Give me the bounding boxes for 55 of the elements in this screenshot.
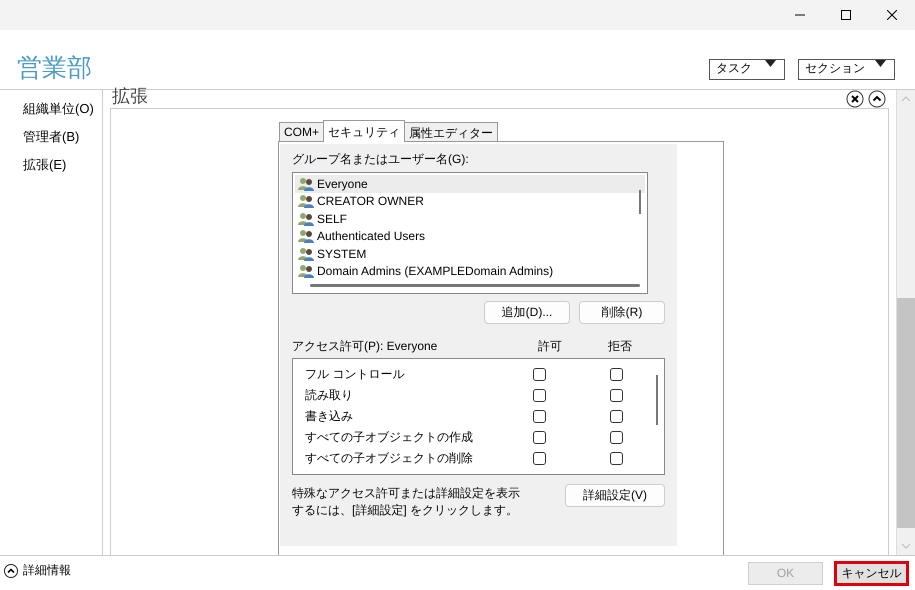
dialog-button[interactable]: キャンセル (834, 560, 909, 586)
permission-name: 読み取り (305, 387, 354, 404)
details-link[interactable]: 詳細情報 (23, 562, 71, 579)
tab[interactable]: 属性エディター (404, 122, 498, 141)
users-icon (298, 176, 314, 191)
list-item[interactable]: SYSTEM (295, 245, 645, 262)
collapse-icon[interactable] (868, 90, 886, 108)
checkbox[interactable] (610, 431, 623, 444)
caret-icon (875, 60, 886, 67)
help-text: 特殊なアクセス許可または詳細設定を表示するには、[詳細設定] をクリックします。 (292, 485, 521, 519)
users-icon (298, 229, 314, 244)
users-icon (298, 246, 314, 261)
list-item[interactable]: Authenticated Users (295, 228, 645, 245)
tab[interactable]: COM+ (279, 122, 324, 141)
checkbox[interactable] (533, 431, 546, 444)
caret-icon (765, 60, 776, 67)
dialog-button[interactable]: 追加(D)... (484, 301, 570, 324)
column-header: 許可 (537, 338, 563, 354)
permission-name: 書き込み (305, 408, 354, 425)
close-icon[interactable] (887, 10, 897, 20)
list-item[interactable]: CREATOR OWNER (295, 192, 645, 210)
list-item[interactable]: Domain Admins (EXAMPLEDomain Admins) (295, 262, 645, 280)
dropdown-menu[interactable]: セクション (798, 59, 895, 80)
dropdown-menu[interactable]: タスク (709, 59, 785, 80)
checkbox[interactable] (533, 368, 546, 381)
permission-name: すべての子オブジェクトの削除 (305, 450, 474, 467)
column-header: 拒否 (607, 338, 633, 354)
maximize-icon[interactable] (841, 10, 851, 20)
field-label: アクセス許可(P): Everyone (292, 338, 438, 354)
checkbox[interactable] (533, 389, 546, 402)
list-item[interactable]: Everyone (295, 175, 645, 192)
checkbox[interactable] (610, 452, 623, 465)
tab[interactable]: セキュリティ (323, 120, 406, 142)
scrollbar-thumb[interactable] (897, 298, 915, 528)
users-icon (298, 212, 314, 226)
expand-icon[interactable] (4, 564, 18, 578)
dialog-button[interactable]: 削除(R) (579, 301, 665, 324)
checkbox[interactable] (533, 452, 546, 465)
checkbox[interactable] (533, 410, 546, 423)
field-label: グループ名またはユーザー名(G): (292, 151, 470, 168)
sidebar-item[interactable]: 拡張(E) (0, 156, 102, 174)
users-icon (298, 264, 314, 278)
sidebar-item[interactable]: 組織単位(O) (0, 100, 102, 118)
close-icon[interactable] (846, 90, 864, 108)
permission-name: フル コントロール (305, 366, 406, 383)
users-icon (298, 194, 314, 208)
list-item[interactable]: SELF (295, 210, 645, 228)
advanced-button[interactable]: 詳細設定(V) (565, 484, 665, 507)
checkbox[interactable] (610, 368, 623, 381)
checkbox[interactable] (610, 410, 623, 423)
permission-name: すべての子オブジェクトの作成 (305, 429, 474, 446)
section-heading: 拡張 (112, 85, 149, 108)
checkbox[interactable] (610, 389, 623, 402)
sidebar-item[interactable]: 管理者(B) (0, 128, 102, 146)
page-title: 営業部 (17, 53, 92, 83)
